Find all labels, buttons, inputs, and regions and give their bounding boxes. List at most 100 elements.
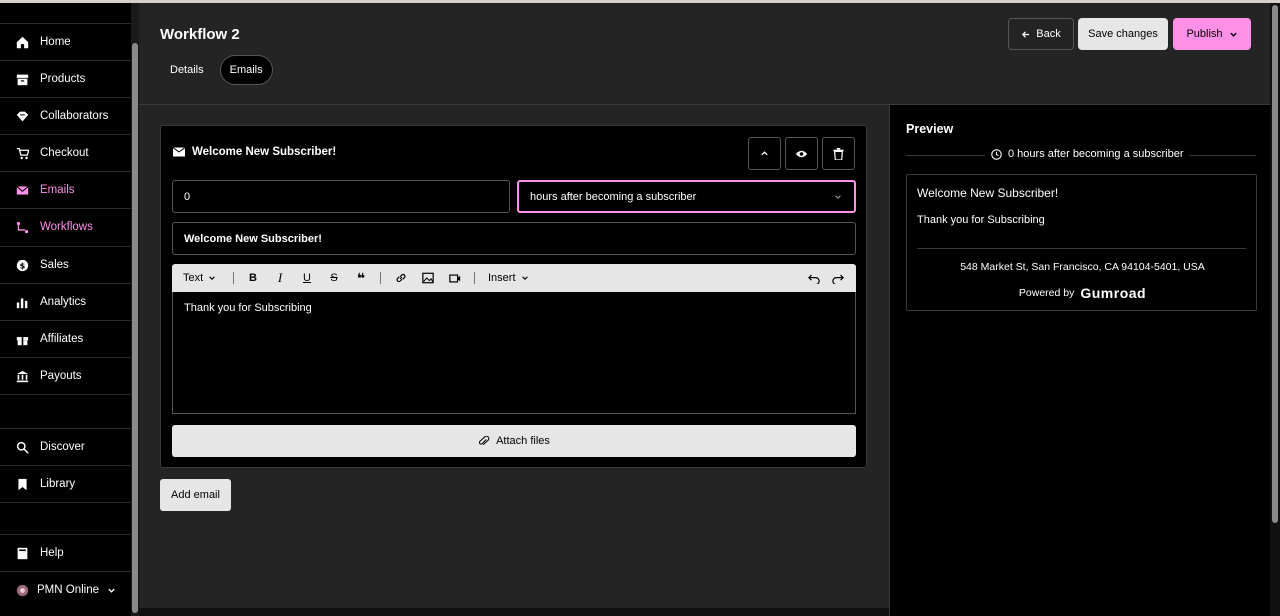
preview-body: Thank you for Subscribing [917,214,1045,226]
email-body-text: Thank you for Subscribing [184,302,312,314]
delay-unit-select[interactable]: hours after becoming a subscriber [517,180,856,213]
attach-files-button[interactable]: Attach files [172,425,856,457]
preview-subject: Welcome New Subscriber! [917,186,1059,200]
sidebar-item-label: Help [40,547,64,559]
bank-icon [16,370,29,383]
chevron-down-icon [1229,30,1238,39]
redo-icon[interactable] [829,264,847,292]
handshake-icon [16,110,29,123]
sidebar-item-workflows[interactable]: Workflows [0,208,131,245]
sidebar-divider [0,394,131,428]
sidebar-item-home[interactable]: Home [0,23,131,60]
powered-by-label: Powered by [1018,287,1075,299]
search-icon [16,441,29,454]
text-style-dropdown[interactable]: Text [183,264,216,292]
sidebar-item-payouts[interactable]: Payouts [0,357,131,394]
email-card: Welcome New Subscriber! 0 hours after be… [160,125,867,468]
bold-icon[interactable]: B [244,264,262,292]
envelope-icon [173,147,185,157]
sidebar-item-label: Analytics [40,296,87,308]
chevron-down-icon [208,274,216,282]
preview-schedule: 0 hours after becoming a subscriber [985,148,1190,160]
chevron-up-icon [760,149,769,158]
sidebar-item-label: Workflows [40,221,93,233]
sidebar-item-sales[interactable]: $ Sales [0,246,131,283]
sidebar-scrollbar[interactable] [131,3,139,616]
email-card-title: Welcome New Subscriber! [192,146,337,158]
delay-unit-value: hours after becoming a subscriber [530,190,697,203]
preview-address: 548 Market St, San Francisco, CA 94104-5… [960,261,1205,273]
preview-divider [906,155,985,156]
clock-icon [991,148,1002,160]
sidebar-item-collaborators[interactable]: Collaborators [0,97,131,134]
sidebar-item-label: Library [40,478,76,490]
preview-title: Preview [906,122,954,136]
home-icon [16,36,29,49]
bottom-strip [139,608,889,616]
page-header: Workflow 2 Details Emails Back Save chan… [139,3,1270,105]
sidebar-item-label: Home [40,36,71,48]
workflow-icon [16,221,29,234]
bookmark-icon [16,478,29,491]
sidebar-item-label: Sales [40,259,69,271]
account-menu[interactable]: PMN Online [0,571,131,608]
subject-input[interactable]: Welcome New Subscriber! [172,222,856,255]
account-name: PMN Online [37,584,99,596]
sidebar-item-label: Products [40,73,86,85]
email-body-editor[interactable]: Thank you for Subscribing [172,292,856,414]
back-button[interactable]: Back [1008,18,1074,50]
publish-button[interactable]: Publish [1173,18,1251,50]
email-card-header: Welcome New Subscriber! [173,146,336,158]
sidebar-item-label: Emails [40,184,75,196]
cart-icon [16,147,29,160]
email-card-actions [785,137,818,170]
sidebar-item-library[interactable]: Library [0,465,131,502]
sidebar-item-label: Affiliates [40,333,84,345]
sidebar-item-label: Collaborators [40,110,109,122]
save-changes-button[interactable]: Save changes [1078,18,1168,50]
sidebar-item-discover[interactable]: Discover [0,428,131,465]
preview-button[interactable] [785,137,818,170]
preview-divider [917,248,1246,249]
book-icon [16,547,29,560]
sidebar-item-checkout[interactable]: Checkout [0,134,131,171]
sidebar-item-label: Payouts [40,370,82,382]
add-email-button[interactable]: Add email [160,479,231,511]
sidebar-item-label: Discover [40,441,85,453]
sidebar-item-affiliates[interactable]: Affiliates [0,320,131,357]
gift-icon [16,333,29,346]
toolbar-divider [474,272,475,284]
eye-icon [795,149,808,159]
image-icon[interactable] [419,264,437,292]
underline-icon[interactable]: U [298,264,316,292]
strikethrough-icon[interactable]: S [325,264,343,292]
chevron-down-icon [521,274,529,282]
sidebar-item-analytics[interactable]: Analytics [0,283,131,320]
italic-icon[interactable]: I [271,264,289,292]
scrollbar-thumb[interactable] [1272,5,1278,523]
collapse-button[interactable] [748,137,781,170]
link-icon[interactable] [392,264,410,292]
toolbar-divider [233,272,234,284]
undo-icon[interactable] [805,264,823,292]
insert-dropdown[interactable]: Insert [488,264,529,292]
preview-schedule-text: 0 hours after becoming a subscriber [1008,148,1184,160]
delay-amount-input[interactable]: 0 [172,180,510,213]
sidebar-item-help[interactable]: Help [0,534,131,571]
scrollbar-thumb[interactable] [132,43,138,613]
sidebar-item-emails[interactable]: Emails [0,171,131,208]
email-card-actions [748,137,781,170]
toolbar-divider [380,272,381,284]
delete-button[interactable] [822,137,855,170]
preview-powered-by: Powered by Gumroad [907,285,1258,301]
sidebar-item-products[interactable]: Products [0,60,131,97]
sidebar-divider [0,502,131,534]
tab-details[interactable]: Details [160,55,214,85]
text-style-label: Text [183,272,204,284]
insert-label: Insert [488,272,516,284]
trash-icon [833,147,844,160]
page-scrollbar[interactable] [1270,3,1280,616]
tab-emails[interactable]: Emails [219,55,273,85]
quote-icon[interactable]: ❝ [351,264,371,292]
video-icon[interactable] [446,264,464,292]
